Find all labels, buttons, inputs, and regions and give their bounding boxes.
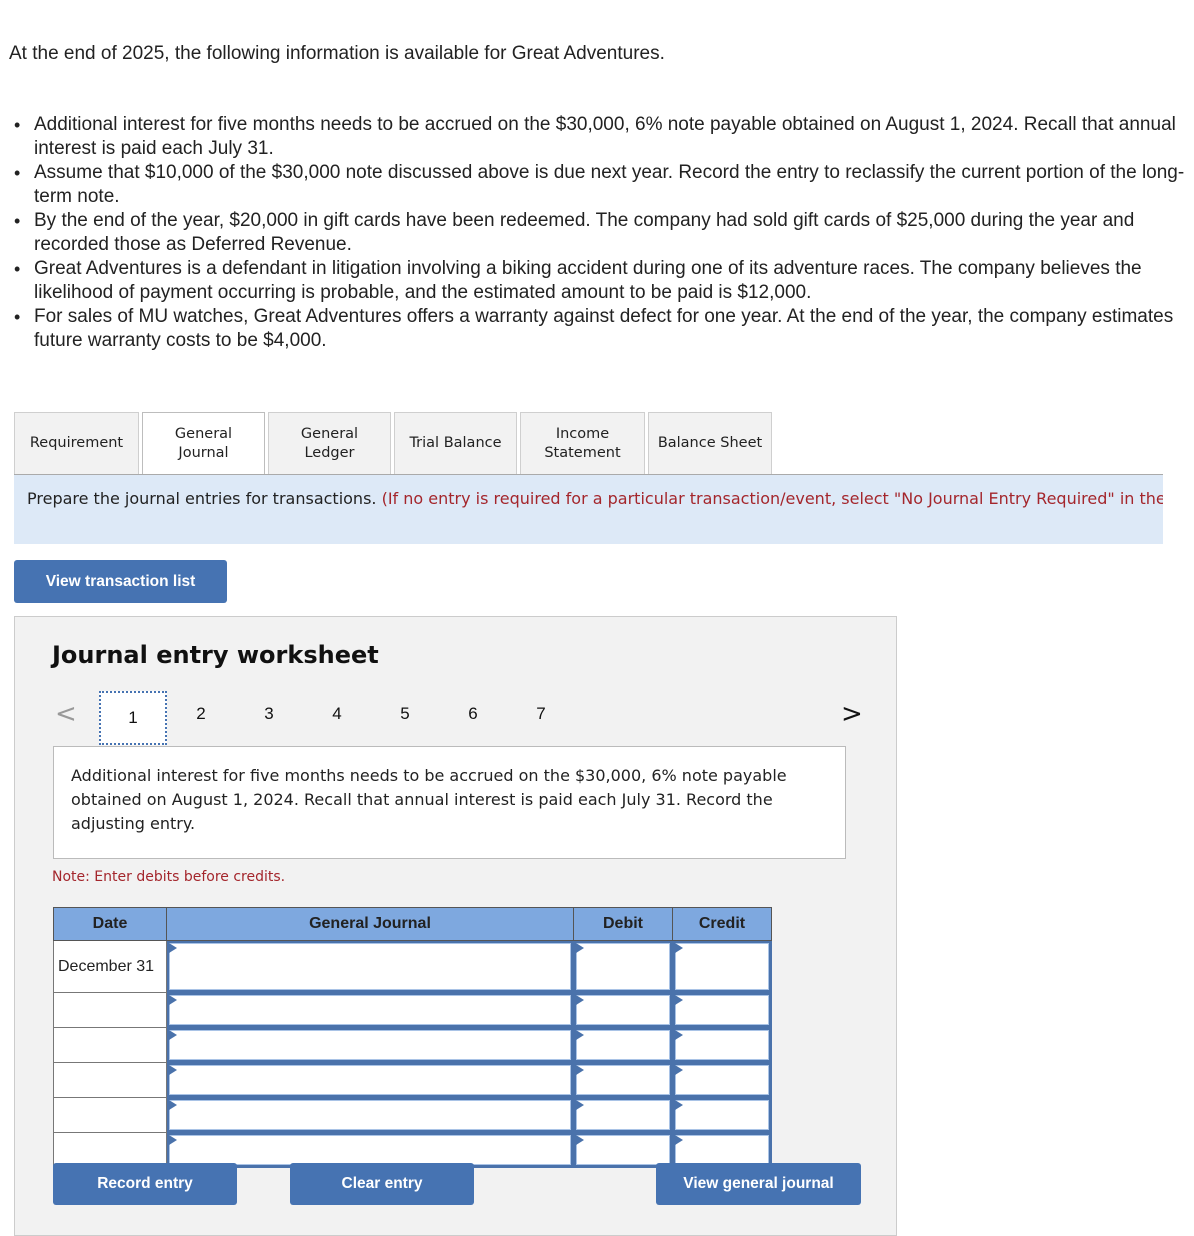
worksheet-title: Journal entry worksheet <box>52 641 379 669</box>
instructions-text: Prepare the journal entries for transact… <box>27 489 382 508</box>
tab-label: Requirement <box>29 435 124 451</box>
credit-input[interactable] <box>675 1065 769 1095</box>
page-4-tab[interactable]: 4 <box>327 704 347 724</box>
tab-general-journal[interactable]: General Journal <box>142 412 265 475</box>
clear-entry-button[interactable]: Clear entry <box>290 1163 474 1205</box>
date-cell <box>53 1027 167 1063</box>
account-input[interactable] <box>169 943 571 990</box>
record-entry-button[interactable]: Record entry <box>53 1163 237 1205</box>
instructions-banner: Prepare the journal entries for transact… <box>14 475 1163 544</box>
chevron-right-icon[interactable]: > <box>841 699 863 729</box>
journal-table: Date General Journal Debit Credit Decemb… <box>53 907 772 1168</box>
page-3-tab[interactable]: 3 <box>259 704 279 724</box>
debit-input[interactable] <box>576 1065 670 1095</box>
requirement-tabs: Requirement General Journal General Ledger… <box>14 412 775 475</box>
date-header: Date <box>53 907 167 941</box>
page-7-tab[interactable]: 7 <box>531 704 551 724</box>
debit-input[interactable] <box>576 1100 670 1130</box>
date-cell: December 31 <box>53 940 167 993</box>
debit-header: Debit <box>573 907 673 941</box>
table-row: December 31 <box>53 940 772 993</box>
info-item: Great Adventures is a defendant in litig… <box>14 257 1194 305</box>
info-item: Assume that $10,000 of the $30,000 note … <box>14 161 1194 209</box>
tab-requirement[interactable]: Requirement <box>14 412 139 474</box>
transaction-prompt: Additional interest for five months need… <box>53 746 846 859</box>
table-row <box>53 992 772 1028</box>
debit-input[interactable] <box>576 943 670 990</box>
debit-input[interactable] <box>576 1030 670 1060</box>
page-2-tab[interactable]: 2 <box>191 704 211 724</box>
tab-income-statement[interactable]: Income Statement <box>520 412 645 474</box>
table-row <box>53 1027 772 1063</box>
debit-input[interactable] <box>576 995 670 1025</box>
tab-general-ledger[interactable]: General Ledger <box>268 412 391 474</box>
tab-balance-sheet[interactable]: Balance Sheet <box>648 412 772 474</box>
instructions-note: (If no entry is required for a particula… <box>381 489 1163 508</box>
info-item: By the end of the year, $20,000 in gift … <box>14 209 1194 257</box>
account-input[interactable] <box>169 995 571 1025</box>
page-5-tab[interactable]: 5 <box>395 704 415 724</box>
intro-text: At the end of 2025, the following inform… <box>9 43 665 64</box>
table-row <box>53 1062 772 1098</box>
debits-note: Note: Enter debits before credits. <box>52 869 286 885</box>
page-1-tab[interactable]: 1 <box>99 691 167 745</box>
journal-entry-worksheet: Journal entry worksheet < 1 2 3 4 5 6 7 … <box>14 616 897 1236</box>
tab-label: Income Statement <box>544 425 621 461</box>
date-cell <box>53 992 167 1028</box>
general-journal-header: General Journal <box>166 907 574 941</box>
credit-input[interactable] <box>675 995 769 1025</box>
account-input[interactable] <box>169 1065 571 1095</box>
view-transaction-list-button[interactable]: View transaction list <box>14 560 227 603</box>
credit-header: Credit <box>672 907 772 941</box>
table-row <box>53 1097 772 1133</box>
page-6-tab[interactable]: 6 <box>463 704 483 724</box>
tab-trial-balance[interactable]: Trial Balance <box>394 412 517 474</box>
credit-input[interactable] <box>675 1135 769 1165</box>
info-item: For sales of MU watches, Great Adventure… <box>14 305 1194 353</box>
credit-input[interactable] <box>675 1030 769 1060</box>
view-general-journal-button[interactable]: View general journal <box>656 1163 861 1205</box>
date-cell <box>53 1097 167 1133</box>
info-list: Additional interest for five months need… <box>0 113 1194 353</box>
tab-label: General Ledger <box>300 425 359 461</box>
credit-input[interactable] <box>675 1100 769 1130</box>
chevron-left-icon[interactable]: < <box>55 699 77 729</box>
info-item: Additional interest for five months need… <box>14 113 1194 161</box>
credit-input[interactable] <box>675 943 769 990</box>
account-input[interactable] <box>169 1030 571 1060</box>
tab-label: Balance Sheet <box>657 435 763 451</box>
account-input[interactable] <box>169 1100 571 1130</box>
date-cell <box>53 1062 167 1098</box>
debit-input[interactable] <box>576 1135 670 1165</box>
tab-label: Trial Balance <box>409 435 502 451</box>
tab-label: General Journal <box>174 426 233 461</box>
account-input[interactable] <box>169 1135 571 1165</box>
